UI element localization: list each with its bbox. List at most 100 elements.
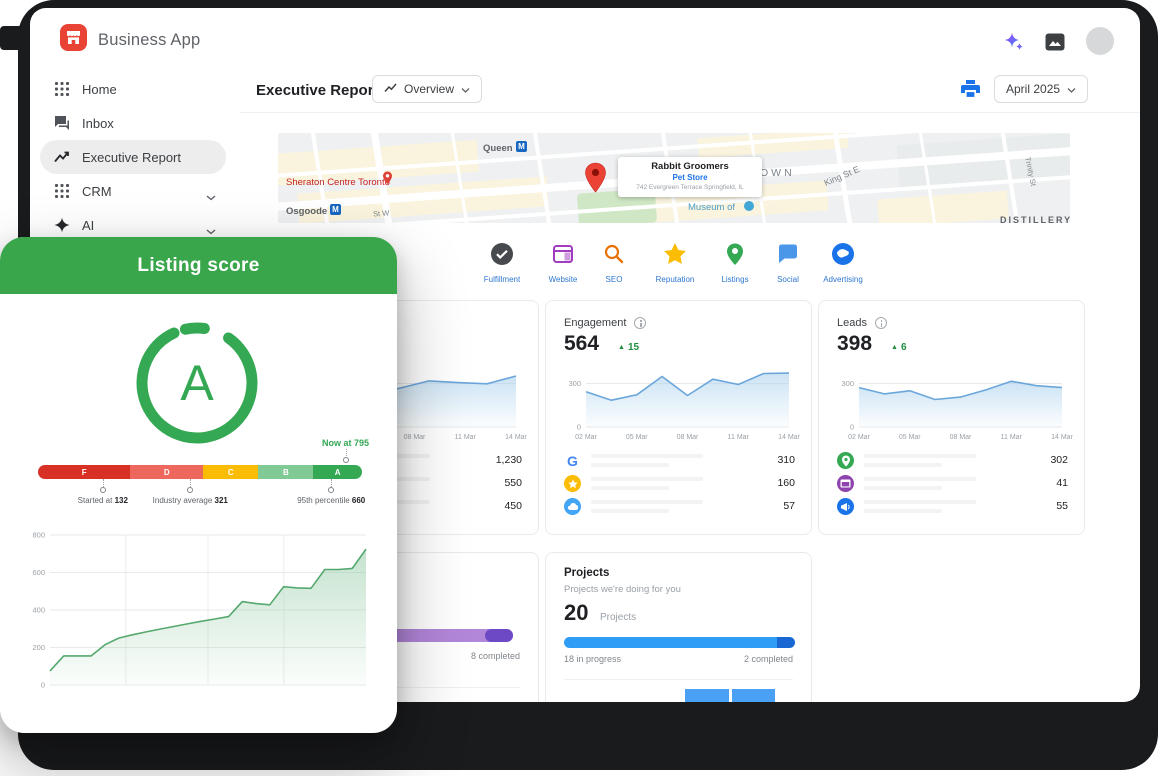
map-label-distillery: DISTILLERY (1000, 215, 1070, 223)
engagement-card: Engagement 564 ▲ 15 030002 Mar05 Mar08 M… (545, 300, 812, 535)
subway-station-icon: M (516, 141, 527, 152)
svg-text:14 Mar: 14 Mar (505, 434, 527, 441)
device-frame-notch (0, 26, 24, 50)
listing-score-chart: 0200400600800 (12, 527, 380, 697)
map[interactable]: Queen M Sheraton Centre Toronto Osgoode … (278, 133, 1070, 223)
window-badge-icon (837, 475, 854, 492)
svg-text:14 Mar: 14 Mar (778, 434, 800, 441)
sidebar-item-inbox[interactable]: Inbox (30, 106, 240, 140)
divider (564, 679, 793, 680)
svg-text:800: 800 (32, 531, 45, 540)
media-icon[interactable] (1045, 33, 1065, 56)
business-address: 742 Evergreen Terrace Springfield, IL (618, 184, 762, 191)
hotel-pin-icon (382, 171, 393, 185)
map-label-osgoode: Osgoode (286, 206, 327, 217)
inbox-chat-icon (54, 115, 70, 131)
svg-text:0: 0 (577, 423, 581, 432)
map-label-street-w: St W (373, 208, 390, 218)
svg-text:05 Mar: 05 Mar (899, 434, 921, 441)
svg-text:02 Mar: 02 Mar (848, 434, 870, 441)
museum-poi-icon (744, 201, 754, 211)
projects-in-progress-label: 18 in progress (564, 654, 621, 664)
browser-window-icon (551, 242, 575, 271)
print-icon[interactable] (961, 80, 980, 103)
svg-text:14 Mar: 14 Mar (1051, 434, 1073, 441)
header-divider (240, 112, 1140, 113)
tab-seo[interactable]: SEO (582, 242, 646, 284)
up-arrow-icon: ▲ (891, 344, 898, 351)
source-row: 55 (819, 498, 1086, 518)
globe-icon (831, 242, 855, 271)
source-row: G 310 (546, 452, 813, 472)
info-icon[interactable] (875, 317, 887, 329)
svg-text:08 Mar: 08 Mar (677, 434, 699, 441)
grade-segment: D (130, 465, 203, 479)
magnifier-icon (602, 242, 626, 271)
grade-segment: F (38, 465, 130, 479)
now-score-label: Now at 795 (322, 438, 369, 448)
source-row: 160 (546, 475, 813, 495)
map-label-queen: Queen (483, 143, 513, 154)
grade-letter: A (135, 321, 259, 445)
projects-card: Projects Projects we're doing for you 20… (545, 552, 812, 702)
mini-bar (732, 689, 775, 702)
projects-completed-label: 2 completed (744, 654, 793, 664)
metric-delta: ▲ 6 (891, 342, 907, 353)
tab-advertising[interactable]: Advertising (811, 242, 875, 284)
megaphone-badge-icon (837, 498, 854, 515)
svg-text:11 Mar: 11 Mar (1001, 434, 1023, 441)
sparkle-icon (54, 217, 70, 233)
tab-reputation[interactable]: Reputation (643, 242, 707, 284)
ai-sparkle-icon[interactable] (1003, 31, 1025, 58)
tasks-progress-cap (485, 629, 513, 642)
caret-down-icon (461, 82, 470, 96)
tasks-completed-label: 8 completed (471, 651, 520, 661)
tab-fulfillment[interactable]: Fulfillment (470, 242, 534, 284)
map-label-hotel: Sheraton Centre Toronto (286, 177, 390, 188)
sidebar-item-home[interactable]: Home (30, 72, 240, 106)
grade-segment: A (313, 465, 362, 479)
metric-delta: ▲ 15 (618, 342, 639, 353)
svg-text:300: 300 (841, 379, 854, 388)
svg-text:600: 600 (32, 568, 45, 577)
projects-progress-fill (564, 637, 777, 648)
svg-text:400: 400 (32, 606, 45, 615)
listing-score-card: Listing score A Now at 795 FDCBA Started… (0, 237, 397, 733)
business-category-link[interactable]: Pet Store (618, 173, 762, 182)
apps-grid-icon (54, 81, 70, 97)
engagement-chart: 030002 Mar05 Mar08 Mar11 Mar14 Mar (556, 363, 803, 443)
mini-bar (685, 689, 729, 702)
app-title: Business App (98, 31, 200, 50)
grade-segment: C (203, 465, 258, 479)
svg-text:0: 0 (850, 423, 854, 432)
projects-count-label: Projects (600, 612, 636, 623)
view-selector[interactable]: Overview (372, 75, 482, 103)
screenshot-stage: Business App Home Inbox Executive Report… (0, 0, 1169, 776)
chat-bubble-icon (776, 242, 800, 271)
business-pin-icon[interactable] (584, 162, 607, 194)
chevron-down-icon (206, 188, 216, 206)
period-selector[interactable]: April 2025 (994, 75, 1088, 103)
svg-text:08 Mar: 08 Mar (404, 434, 426, 441)
app-logo[interactable] (60, 24, 87, 51)
sidebar-item-crm[interactable]: CRM (30, 174, 240, 208)
leads-chart: 030002 Mar05 Mar08 Mar11 Mar14 Mar (829, 363, 1076, 443)
metric-value: 398 (837, 332, 872, 356)
source-row: 57 (546, 498, 813, 518)
sidebar-item-executive-report[interactable]: Executive Report (30, 140, 240, 174)
trend-line-icon (54, 149, 70, 165)
svg-text:200: 200 (32, 643, 45, 652)
grade-segment: B (258, 465, 313, 479)
cloud-badge-icon (564, 498, 581, 515)
projects-progress-cap (777, 637, 795, 648)
info-icon[interactable] (634, 317, 646, 329)
grade-markers: Started at 132Industry average 32195th p… (38, 479, 362, 513)
svg-text:11 Mar: 11 Mar (455, 434, 477, 441)
check-circle-icon (490, 242, 514, 271)
storefront-icon (65, 29, 82, 46)
leads-card: Leads 398 ▲ 6 030002 Mar05 Mar08 Mar11 M… (818, 300, 1085, 535)
metric-value: 564 (564, 332, 599, 356)
google-icon: G (564, 452, 581, 469)
svg-text:300: 300 (568, 379, 581, 388)
avatar[interactable] (1086, 27, 1114, 55)
